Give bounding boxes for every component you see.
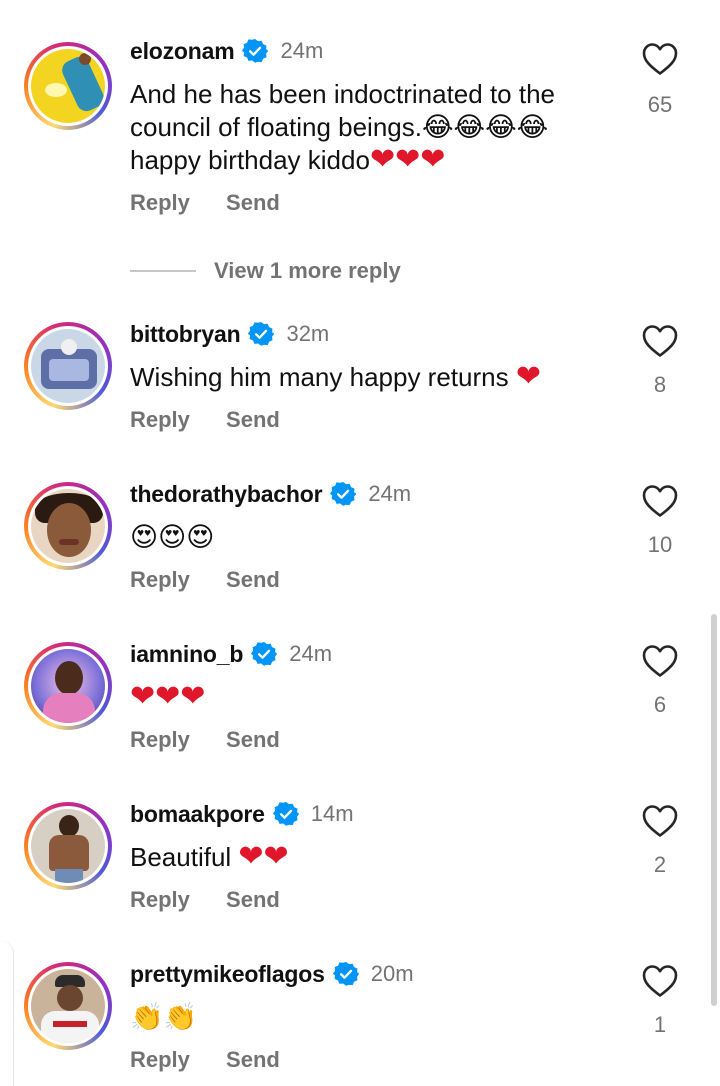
comment-text: 👏👏 — [130, 1001, 600, 1034]
like-count: 1 — [653, 1012, 667, 1037]
send-button[interactable]: Send — [226, 407, 280, 432]
like-count: 10 — [647, 532, 673, 557]
reply-button[interactable]: Reply — [130, 1047, 190, 1072]
comment-text: Beautiful ❤❤ — [130, 839, 289, 874]
username[interactable]: iamnino_b — [130, 641, 243, 668]
verified-badge-icon — [251, 641, 277, 667]
send-button[interactable]: Send — [226, 567, 280, 592]
send-button[interactable]: Send — [226, 887, 280, 912]
comment-text: And he has been indoctrinated to the cou… — [130, 79, 555, 177]
verified-badge-icon — [330, 481, 356, 507]
username[interactable]: bittobryan — [130, 321, 241, 348]
reply-button[interactable]: Reply — [130, 727, 190, 752]
verified-badge-icon — [333, 961, 359, 987]
timestamp: 32m — [286, 321, 330, 346]
like-count: 8 — [653, 372, 667, 397]
comment-text: Wishing him many happy returns ❤ — [130, 359, 541, 394]
heart-outline-icon[interactable] — [642, 42, 678, 76]
reply-button[interactable]: Reply — [130, 190, 190, 215]
avatar[interactable] — [24, 42, 112, 130]
heart-outline-icon[interactable] — [642, 964, 678, 998]
scrollbar[interactable] — [711, 614, 717, 1006]
like-count: 65 — [647, 92, 673, 117]
heart-emoji: ❤❤❤ — [130, 679, 206, 714]
heart-emoji: ❤❤ — [238, 839, 289, 874]
verified-badge-icon — [248, 321, 274, 347]
comment-text: ❤❤❤ — [130, 681, 600, 714]
avatar[interactable] — [24, 802, 112, 890]
username[interactable]: prettymikeoflagos — [130, 961, 325, 988]
verified-badge-icon — [273, 801, 299, 827]
avatar[interactable] — [24, 322, 112, 410]
send-button[interactable]: Send — [226, 727, 280, 752]
heart-eyes-emoji: 😍😍😍 — [130, 522, 215, 553]
clapping-emoji: 👏👏 — [130, 1002, 198, 1033]
reply-button[interactable]: Reply — [130, 567, 190, 592]
timestamp: 14m — [310, 801, 354, 826]
heart-outline-icon[interactable] — [642, 484, 678, 518]
send-button[interactable]: Send — [226, 1047, 280, 1072]
avatar[interactable] — [24, 482, 112, 570]
avatar[interactable] — [24, 962, 112, 1050]
heart-emoji: ❤ — [515, 359, 541, 394]
comment-text: 😍😍😍 — [130, 521, 600, 554]
divider-line — [130, 270, 196, 272]
send-button[interactable]: Send — [226, 190, 280, 215]
timestamp: 24m — [289, 641, 333, 666]
username[interactable]: bomaakpore — [130, 801, 265, 828]
heart-outline-icon[interactable] — [642, 644, 678, 678]
view-more-replies-button[interactable]: View 1 more reply — [130, 258, 401, 284]
like-count: 2 — [653, 852, 667, 877]
sheet-edge — [0, 940, 14, 1086]
timestamp: 24m — [368, 481, 412, 506]
reply-button[interactable]: Reply — [130, 407, 190, 432]
verified-badge-icon — [242, 38, 268, 64]
laughing-emoji: 😂😂😂😂 — [421, 112, 549, 143]
username[interactable]: thedorathybachor — [130, 481, 323, 508]
username[interactable]: elozonam — [130, 38, 235, 65]
heart-outline-icon[interactable] — [642, 804, 678, 838]
reply-button[interactable]: Reply — [130, 887, 190, 912]
like-count: 6 — [653, 692, 667, 717]
timestamp: 20m — [370, 961, 414, 986]
heart-emoji: ❤❤❤ — [369, 142, 446, 177]
heart-outline-icon[interactable] — [642, 324, 678, 358]
timestamp: 24m — [280, 38, 324, 63]
avatar[interactable] — [24, 642, 112, 730]
